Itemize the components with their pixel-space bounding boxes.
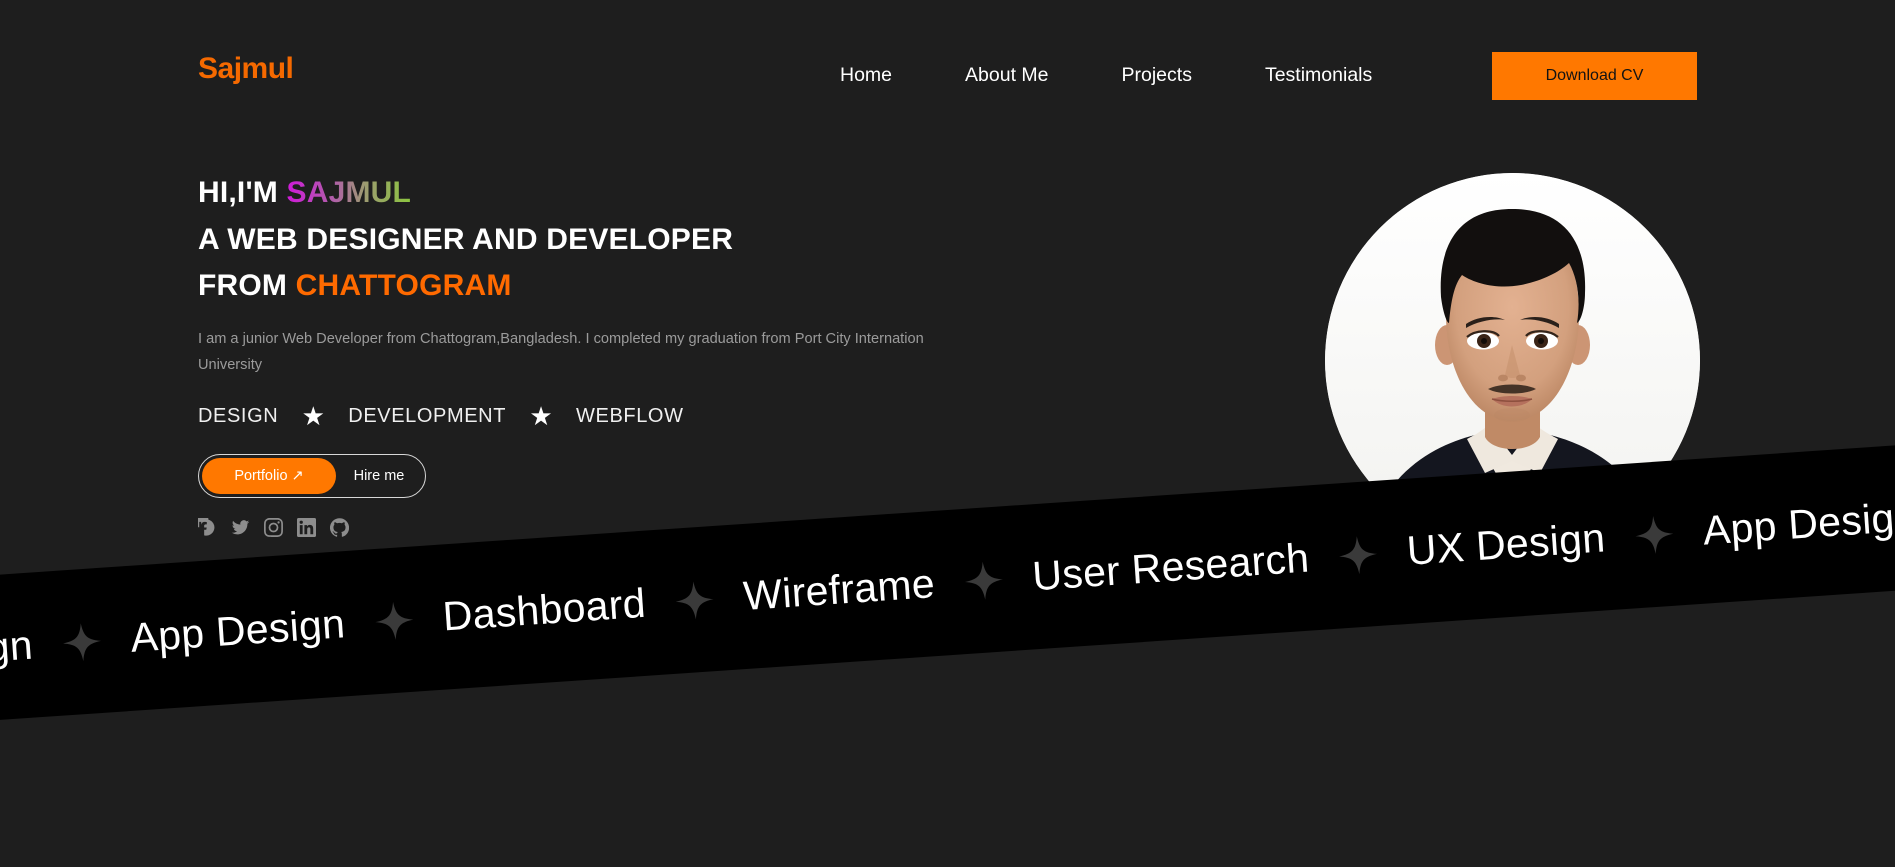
linkedin-icon[interactable] (297, 518, 316, 537)
page-bottom-strip (0, 859, 1895, 867)
marquee-item: Wireframe (741, 560, 937, 620)
marquee-item: UX Design (1405, 514, 1607, 574)
portfolio-hero-page: Sajmul Home About Me Projects Testimonia… (0, 0, 1895, 867)
site-logo[interactable]: Sajmul (198, 52, 294, 86)
four-point-star-icon (963, 560, 1003, 600)
hero-cta-group: Portfolio ↗ Hire me (198, 454, 426, 498)
nav-item-about-me[interactable]: About Me (965, 64, 1048, 87)
hero-headline-line3: FROM CHATTOGRAM (198, 263, 1158, 309)
site-header: Sajmul Home About Me Projects Testimonia… (0, 0, 1895, 118)
four-point-star-icon (61, 621, 101, 661)
skill-design: DESIGN (198, 404, 279, 427)
marquee-item: Dashboard (441, 579, 648, 640)
github-icon[interactable] (330, 518, 349, 537)
marquee-item: UX Design (0, 621, 35, 681)
hero-skills-row: DESIGN ★ DEVELOPMENT ★ WEBFLOW (198, 403, 1158, 429)
nav-item-projects[interactable]: Projects (1122, 64, 1192, 87)
hero-content: HI,I'M SAJMUL A WEB DESIGNER AND DEVELOP… (198, 170, 1158, 537)
skill-webflow: WEBFLOW (576, 404, 684, 427)
download-cv-button[interactable]: Download CV (1492, 52, 1697, 100)
marquee-item: User Research (1030, 534, 1311, 600)
star-icon: ★ (301, 401, 325, 431)
hero-headline-line2: A WEB DESIGNER AND DEVELOPER (198, 223, 734, 256)
four-point-star-icon (1634, 514, 1674, 554)
four-point-star-icon (674, 580, 714, 620)
hero-city: CHATTOGRAM (295, 269, 512, 302)
four-point-star-icon (1338, 534, 1378, 574)
nav-item-home[interactable]: Home (840, 64, 892, 87)
four-point-star-icon (374, 600, 414, 640)
hero-name: SAJMUL (286, 176, 412, 209)
hero-from-prefix: FROM (198, 269, 296, 302)
hero-description: I am a junior Web Developer from Chattog… (198, 331, 924, 373)
facebook-icon[interactable] (198, 518, 217, 537)
star-icon: ★ (529, 401, 553, 431)
main-navigation: Home About Me Projects Testimonials (840, 64, 1372, 87)
skill-development: DEVELOPMENT (348, 404, 507, 427)
hero-greeting-line: HI,I'M SAJMUL (198, 170, 1158, 216)
hire-me-button[interactable]: Hire me (336, 458, 422, 494)
marquee-item: App Design (128, 600, 347, 661)
hero-greeting-prefix: HI,I'M (198, 176, 287, 209)
portfolio-button[interactable]: Portfolio ↗ (202, 458, 336, 494)
twitter-icon[interactable] (231, 518, 250, 537)
marquee-item: App Design (1701, 493, 1895, 554)
instagram-icon[interactable] (264, 518, 283, 537)
nav-item-testimonials[interactable]: Testimonials (1265, 64, 1372, 87)
